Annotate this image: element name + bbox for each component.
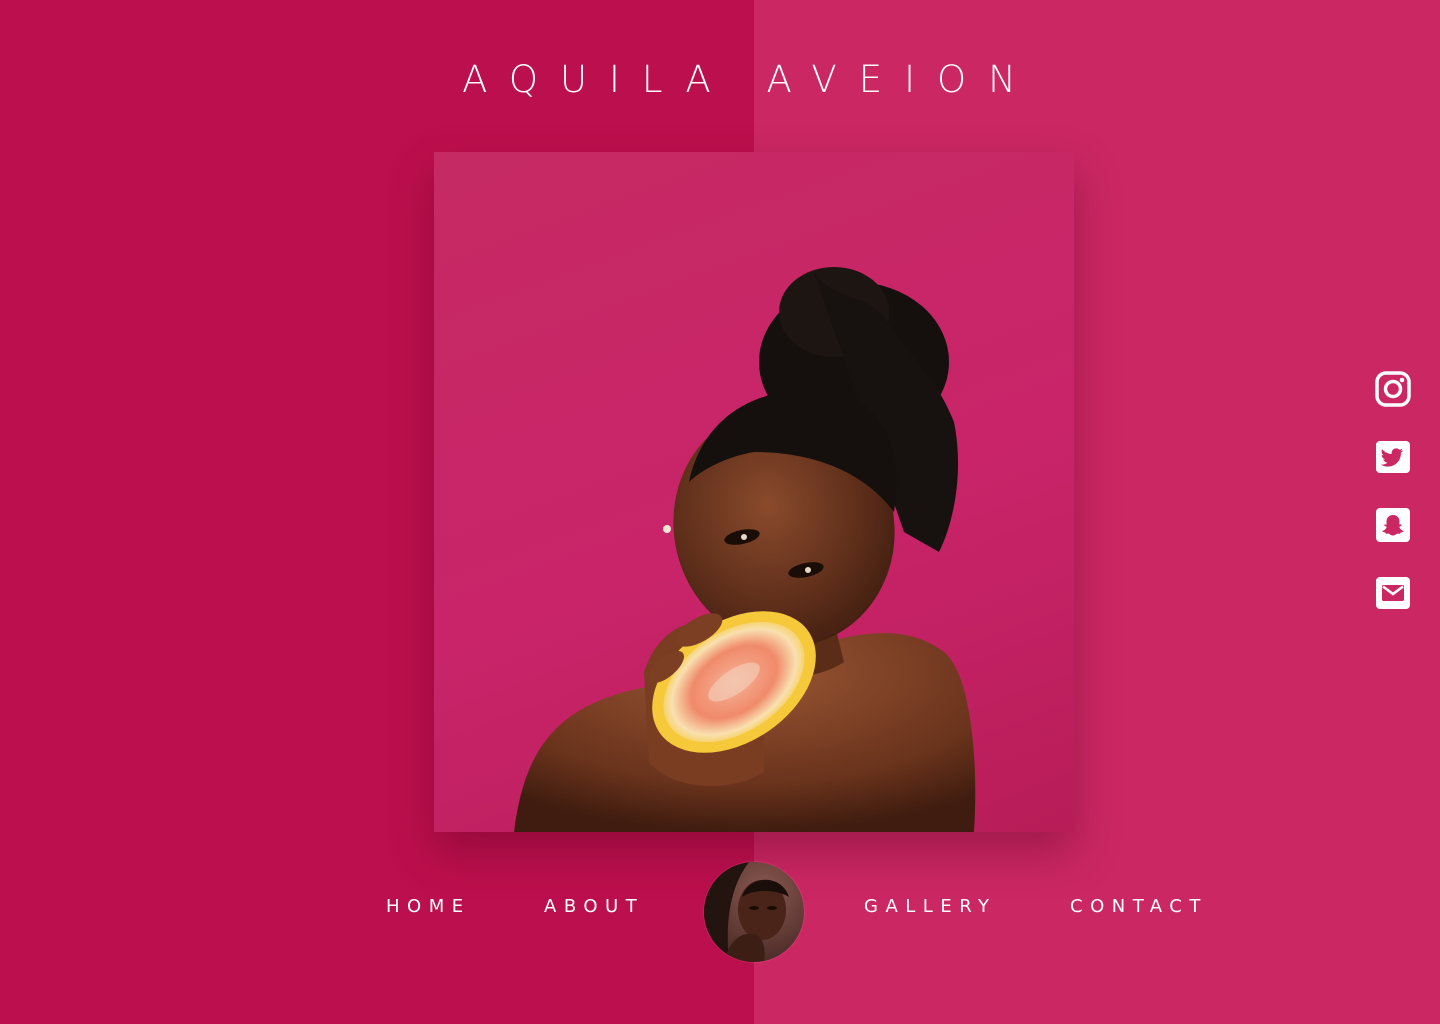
snapchat-icon[interactable] (1374, 506, 1412, 544)
social-links (1374, 370, 1412, 642)
nav-about-link[interactable]: ABOUT (544, 896, 644, 917)
hero-portrait-image (434, 152, 1074, 832)
site-title: AQUILA AVEION (462, 58, 1038, 101)
instagram-icon[interactable] (1374, 370, 1412, 408)
nav-gallery-link[interactable]: GALLERY (864, 896, 997, 917)
nav-home-link[interactable]: HOME (386, 896, 471, 917)
profile-avatar[interactable] (704, 862, 804, 962)
nav-contact-link[interactable]: CONTACT (1070, 896, 1208, 917)
twitter-icon[interactable] (1374, 438, 1412, 476)
mail-icon[interactable] (1374, 574, 1412, 612)
